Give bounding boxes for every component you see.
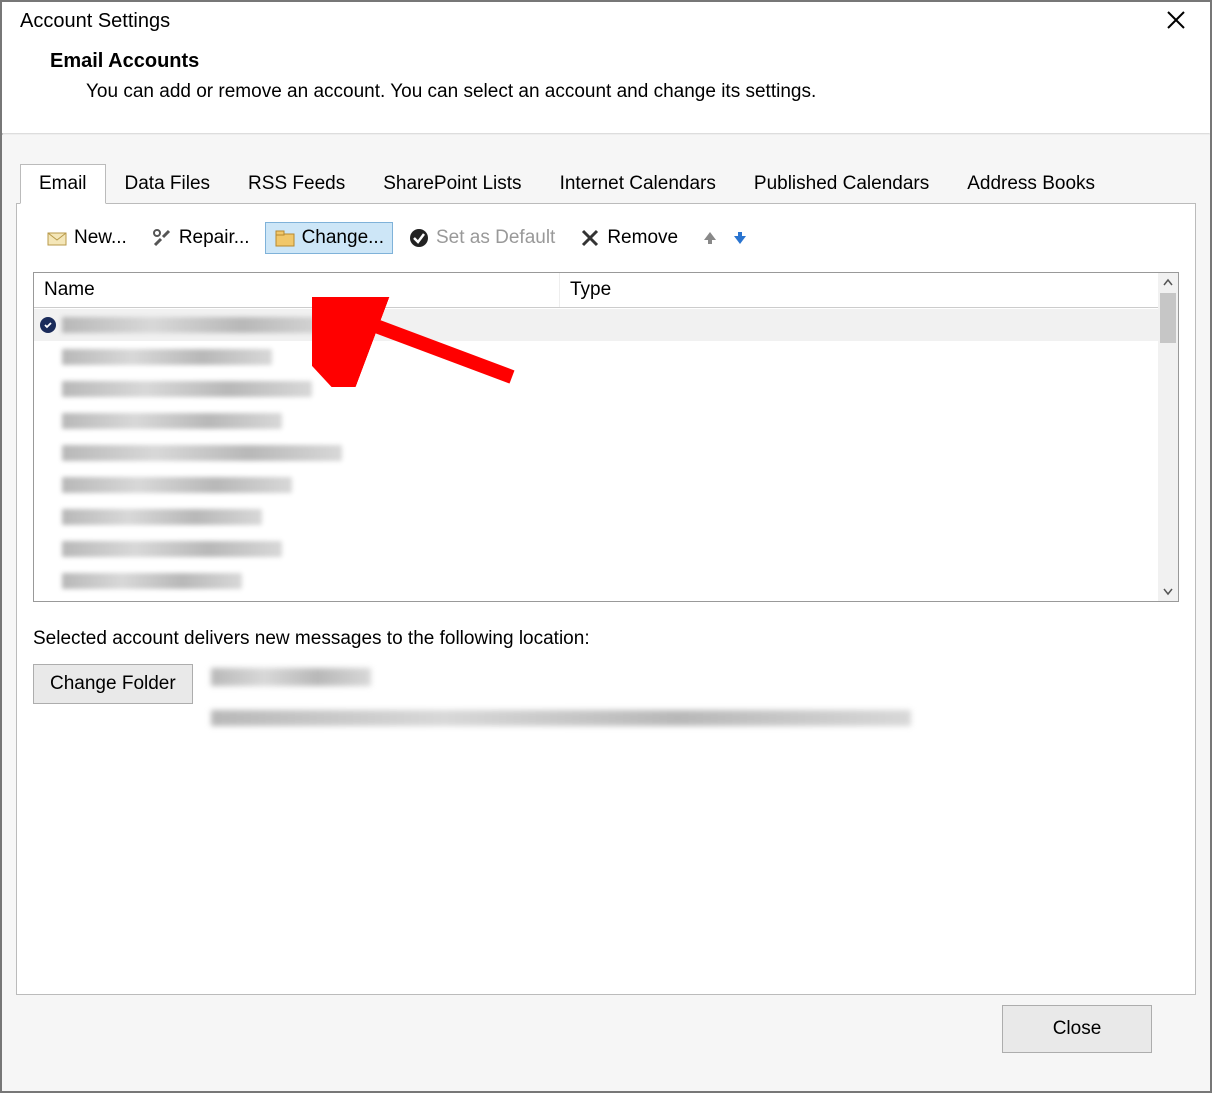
tab-address-books-label: Address Books	[967, 173, 1095, 194]
header-section: Email Accounts You can add or remove an …	[2, 40, 1210, 133]
remove-button[interactable]: Remove	[570, 222, 687, 254]
check-circle-icon	[408, 227, 430, 249]
table-header: Name Type	[34, 273, 1178, 308]
tab-email-label: Email	[39, 173, 87, 194]
table-row[interactable]	[34, 437, 1158, 469]
tab-internet-cal-label: Internet Calendars	[560, 173, 716, 194]
tab-internet-calendars[interactable]: Internet Calendars	[541, 164, 735, 204]
x-icon	[579, 227, 601, 249]
tab-data-files-label: Data Files	[125, 173, 211, 194]
table-row[interactable]	[34, 405, 1158, 437]
tab-sharepoint-label: SharePoint Lists	[383, 173, 521, 194]
table-row[interactable]	[34, 309, 1158, 341]
move-up-icon[interactable]	[701, 229, 719, 247]
change-button[interactable]: Change...	[265, 222, 393, 254]
account-name-redacted	[62, 541, 282, 557]
close-button-label: Close	[1053, 1018, 1102, 1039]
tab-rss-feeds[interactable]: RSS Feeds	[229, 164, 364, 204]
accounts-table: Name Type	[33, 272, 1179, 602]
dialog-footer: Close	[16, 995, 1196, 1077]
table-row[interactable]	[34, 373, 1158, 405]
account-name-redacted	[62, 317, 332, 333]
table-row[interactable]	[34, 533, 1158, 565]
default-account-icon	[40, 317, 56, 333]
tab-rss-feeds-label: RSS Feeds	[248, 173, 345, 194]
header-heading: Email Accounts	[50, 50, 1170, 73]
tab-published-cal-label: Published Calendars	[754, 173, 929, 194]
envelope-new-icon	[46, 227, 68, 249]
scroll-down-icon[interactable]	[1158, 581, 1178, 601]
close-button[interactable]: Close	[1002, 1005, 1152, 1053]
tab-sharepoint-lists[interactable]: SharePoint Lists	[364, 164, 540, 204]
account-name-redacted	[62, 381, 312, 397]
account-name-redacted	[62, 477, 292, 493]
account-name-redacted	[62, 445, 342, 461]
repair-button[interactable]: Repair...	[142, 222, 259, 254]
table-scrollbar[interactable]	[1158, 273, 1178, 601]
set-default-button-label: Set as Default	[436, 227, 555, 249]
table-row[interactable]	[34, 501, 1158, 533]
move-down-icon[interactable]	[731, 229, 749, 247]
header-description: You can add or remove an account. You ca…	[86, 81, 1170, 103]
folder-change-icon	[274, 227, 296, 249]
tab-email[interactable]: Email	[20, 164, 106, 204]
column-name[interactable]: Name	[34, 273, 560, 307]
delivery-folder-redacted	[211, 668, 371, 686]
table-rows	[34, 309, 1158, 601]
table-row[interactable]	[34, 565, 1158, 597]
tools-icon	[151, 227, 173, 249]
body-area: Email Data Files RSS Feeds SharePoint Li…	[2, 135, 1210, 1091]
remove-button-label: Remove	[607, 227, 678, 249]
new-button-label: New...	[74, 227, 127, 249]
change-folder-button[interactable]: Change Folder	[33, 664, 193, 704]
titlebar: Account Settings	[2, 2, 1210, 40]
tab-address-books[interactable]: Address Books	[948, 164, 1114, 204]
account-name-redacted	[62, 349, 272, 365]
column-type[interactable]: Type	[560, 273, 1178, 307]
tab-published-calendars[interactable]: Published Calendars	[735, 164, 948, 204]
window-title: Account Settings	[20, 10, 170, 33]
new-button[interactable]: New...	[37, 222, 136, 254]
close-icon[interactable]	[1156, 8, 1196, 34]
scroll-up-icon[interactable]	[1158, 273, 1178, 293]
toolbar: New... Repair... Change...	[33, 222, 1179, 254]
table-row[interactable]	[34, 341, 1158, 373]
delivery-row: Change Folder	[33, 664, 1179, 750]
set-default-button[interactable]: Set as Default	[399, 222, 564, 254]
scroll-thumb[interactable]	[1160, 293, 1176, 343]
delivery-path-redacted	[211, 710, 911, 726]
account-settings-dialog: Account Settings Email Accounts You can …	[0, 0, 1212, 1093]
table-row[interactable]	[34, 469, 1158, 501]
tab-panel-email: New... Repair... Change...	[16, 203, 1196, 995]
change-folder-label: Change Folder	[50, 673, 176, 694]
delivery-location-label: Selected account delivers new messages t…	[33, 628, 1179, 650]
account-name-redacted	[62, 573, 242, 589]
account-name-redacted	[62, 509, 262, 525]
delivery-info	[211, 664, 1179, 750]
repair-button-label: Repair...	[179, 227, 250, 249]
change-button-label: Change...	[302, 227, 384, 249]
tab-data-files[interactable]: Data Files	[106, 164, 230, 204]
account-name-redacted	[62, 413, 282, 429]
tab-strip: Email Data Files RSS Feeds SharePoint Li…	[20, 163, 1196, 203]
